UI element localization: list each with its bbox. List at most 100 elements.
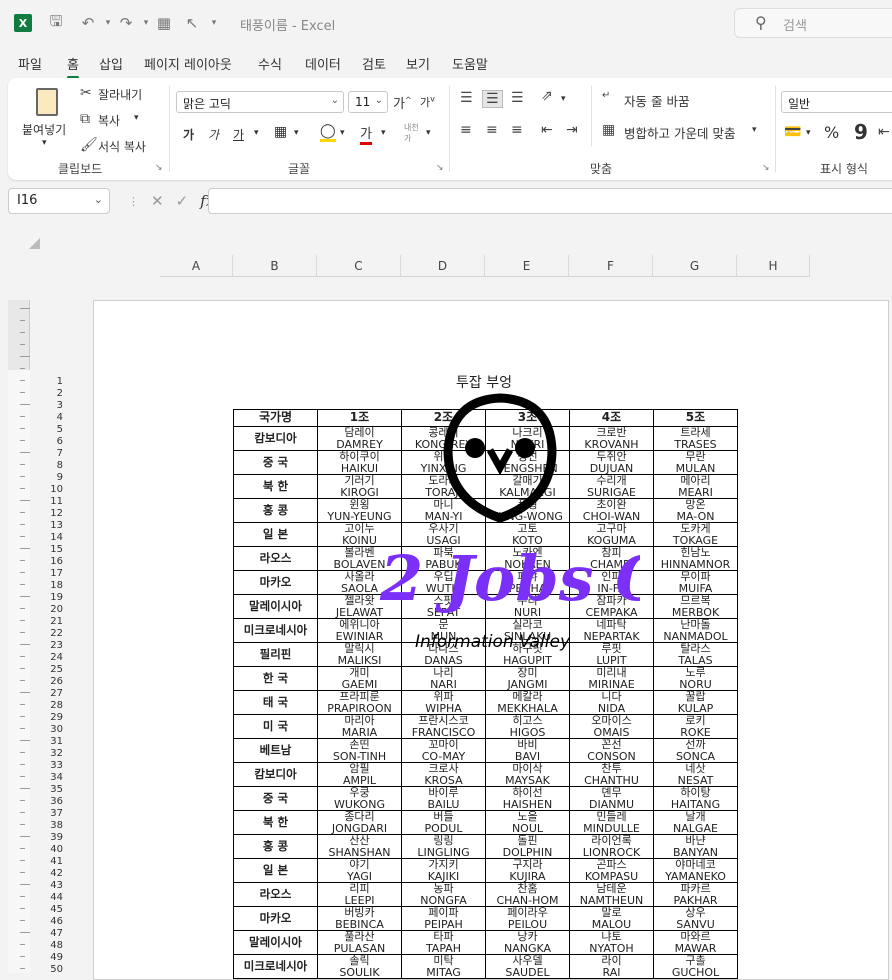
typhoon-name-cell[interactable]: 네삿 NESAT xyxy=(653,762,738,787)
typhoon-name-cell[interactable]: 개미 GAEMI xyxy=(317,666,402,691)
comma-style-icon[interactable]: 9 xyxy=(854,120,868,144)
decrease-font-icon[interactable]: 가v xyxy=(420,94,435,110)
font-color-icon[interactable]: 가 xyxy=(360,123,372,145)
typhoon-name-cell[interactable]: 갈매기 KALMAEGI xyxy=(485,474,570,499)
row-header[interactable]: 24 xyxy=(33,652,63,663)
country-cell[interactable]: 캄보디아 xyxy=(233,426,318,451)
column-header-b[interactable]: B xyxy=(233,255,317,277)
typhoon-name-cell[interactable]: 링링 LINGLING xyxy=(401,834,486,859)
typhoon-name-cell[interactable]: 펑선 FENGSHEN xyxy=(485,450,570,475)
tab-home[interactable]: 홈 xyxy=(67,54,79,79)
typhoon-name-cell[interactable]: 우쿵 WUKONG xyxy=(317,786,402,811)
row-header[interactable]: 44 xyxy=(33,892,63,903)
typhoon-name-cell[interactable]: 기러기 KIROGI xyxy=(317,474,402,499)
typhoon-name-cell[interactable]: 노을 NOUL xyxy=(485,810,570,835)
typhoon-name-cell[interactable]: 하구핏 HAGUPIT xyxy=(485,642,570,667)
country-cell[interactable]: 마카오 xyxy=(233,570,318,595)
typhoon-name-cell[interactable]: 야마네코 YAMANEKO xyxy=(653,858,738,883)
typhoon-name-cell[interactable]: 리피 LEEPI xyxy=(317,882,402,907)
row-header[interactable]: 16 xyxy=(33,556,63,567)
country-cell[interactable]: 미 국 xyxy=(233,714,318,739)
typhoon-name-cell[interactable]: 남테운 NAMTHEUN xyxy=(569,882,654,907)
typhoon-name-cell[interactable]: 고이누 KOINU xyxy=(317,522,402,547)
row-header[interactable]: 8 xyxy=(33,460,63,471)
typhoon-name-cell[interactable]: 문 MUN xyxy=(401,618,486,643)
typhoon-name-cell[interactable]: 농파 NONGFA xyxy=(401,882,486,907)
typhoon-name-cell[interactable]: 윈욍 YUN-YEUNG xyxy=(317,498,402,523)
country-cell[interactable]: 베트남 xyxy=(233,738,318,763)
typhoon-name-cell[interactable]: 야기 YAGI xyxy=(317,858,402,883)
typhoon-name-cell[interactable]: 바이루 BAILU xyxy=(401,786,486,811)
percent-style-icon[interactable]: % xyxy=(824,123,839,142)
typhoon-name-cell[interactable]: 메칼라 MEKKHALA xyxy=(485,690,570,715)
row-header[interactable]: 29 xyxy=(33,712,63,723)
typhoon-name-cell[interactable]: 라이 RAI xyxy=(569,954,654,979)
row-header[interactable]: 33 xyxy=(33,760,63,771)
tab-view[interactable]: 보기 xyxy=(406,54,430,73)
column-header-e[interactable]: E xyxy=(485,255,569,277)
clipboard-launcher-icon[interactable]: ↘ xyxy=(155,163,163,173)
typhoon-name-cell[interactable]: 마와르 MAWAR xyxy=(653,930,738,955)
typhoon-name-cell[interactable]: 나크리 NAKRI xyxy=(485,426,570,451)
row-header[interactable]: 41 xyxy=(33,856,63,867)
country-cell[interactable]: 마카오 xyxy=(233,906,318,931)
row-header[interactable]: 48 xyxy=(33,940,63,951)
row-header[interactable]: 19 xyxy=(33,592,63,603)
format-painter-button[interactable]: 🖌 서식 복사 xyxy=(80,137,170,157)
redo-icon[interactable]: ↷ xyxy=(116,13,136,33)
typhoon-name-cell[interactable]: 풍웡 FUNG-WONG xyxy=(485,498,570,523)
row-header[interactable]: 22 xyxy=(33,628,63,639)
country-cell[interactable]: 말레이시아 xyxy=(233,930,318,955)
enter-icon[interactable]: ✓ xyxy=(176,192,189,210)
typhoon-name-cell[interactable]: 페냐 PENHA xyxy=(485,570,570,595)
typhoon-name-cell[interactable]: 프라피룬 PRAPIROON xyxy=(317,690,402,715)
tab-file[interactable]: 파일 xyxy=(18,54,42,73)
touch-mode-icon[interactable]: ↖ xyxy=(182,13,202,33)
header-group-4[interactable]: 4조 xyxy=(569,409,654,427)
country-cell[interactable]: 라오스 xyxy=(233,882,318,907)
typhoon-name-cell[interactable]: 타파 TAPAH xyxy=(401,930,486,955)
typhoon-name-cell[interactable]: 크로반 KROVANH xyxy=(569,426,654,451)
row-header[interactable]: 12 xyxy=(33,508,63,519)
column-header-d[interactable]: D xyxy=(401,255,485,277)
row-header[interactable]: 35 xyxy=(33,784,63,795)
row-header[interactable]: 4 xyxy=(33,412,63,423)
italic-icon[interactable]: 가 xyxy=(208,126,219,143)
borders-dropdown-icon[interactable]: ▾ xyxy=(294,128,299,138)
country-cell[interactable]: 중 국 xyxy=(233,450,318,475)
country-cell[interactable]: 라오스 xyxy=(233,546,318,571)
country-cell[interactable]: 북 한 xyxy=(233,810,318,835)
align-bottom-icon[interactable]: ☰ xyxy=(511,90,524,106)
typhoon-name-cell[interactable]: 메아리 MEARI xyxy=(653,474,738,499)
typhoon-name-cell[interactable]: 선까 SONCA xyxy=(653,738,738,763)
typhoon-name-cell[interactable]: 위싱 YINXING xyxy=(401,450,486,475)
typhoon-name-cell[interactable]: 힌남노 HINNAMNOR xyxy=(653,546,738,571)
row-header[interactable]: 32 xyxy=(33,748,63,759)
typhoon-name-cell[interactable]: 하이선 HAISHEN xyxy=(485,786,570,811)
row-header[interactable]: 38 xyxy=(33,820,63,831)
typhoon-name-cell[interactable]: 하이탕 HAITANG xyxy=(653,786,738,811)
typhoon-name-cell[interactable]: 종다리 JONGDARI xyxy=(317,810,402,835)
row-header[interactable]: 45 xyxy=(33,904,63,915)
typhoon-name-cell[interactable]: 오마이스 OMAIS xyxy=(569,714,654,739)
redo-dropdown-icon[interactable]: ▾ xyxy=(136,13,156,33)
country-cell[interactable]: 태 국 xyxy=(233,690,318,715)
typhoon-name-cell[interactable]: 도카게 TOKAGE xyxy=(653,522,738,547)
header-group-2[interactable]: 2조 xyxy=(401,409,486,427)
typhoon-name-cell[interactable]: 트라세 TRASES xyxy=(653,426,738,451)
typhoon-name-cell[interactable]: 뎬무 DIANMU xyxy=(569,786,654,811)
typhoon-name-cell[interactable]: 꼰선 CONSON xyxy=(569,738,654,763)
country-cell[interactable]: 일 본 xyxy=(233,522,318,547)
align-middle-icon[interactable]: ☰ xyxy=(482,90,503,108)
typhoon-name-cell[interactable]: 네파탁 NEPARTAK xyxy=(569,618,654,643)
accounting-dropdown-icon[interactable]: ▾ xyxy=(806,128,811,138)
typhoon-name-cell[interactable]: 탈라스 TALAS xyxy=(653,642,738,667)
header-group-5[interactable]: 5조 xyxy=(653,409,738,427)
country-cell[interactable]: 말레이시아 xyxy=(233,594,318,619)
typhoon-name-cell[interactable]: 손띤 SON-TINH xyxy=(317,738,402,763)
row-header[interactable]: 21 xyxy=(33,616,63,627)
row-header[interactable]: 28 xyxy=(33,700,63,711)
typhoon-name-cell[interactable]: 파북 PABUK xyxy=(401,546,486,571)
country-cell[interactable]: 미크로네시아 xyxy=(233,618,318,643)
row-header[interactable]: 31 xyxy=(33,736,63,747)
